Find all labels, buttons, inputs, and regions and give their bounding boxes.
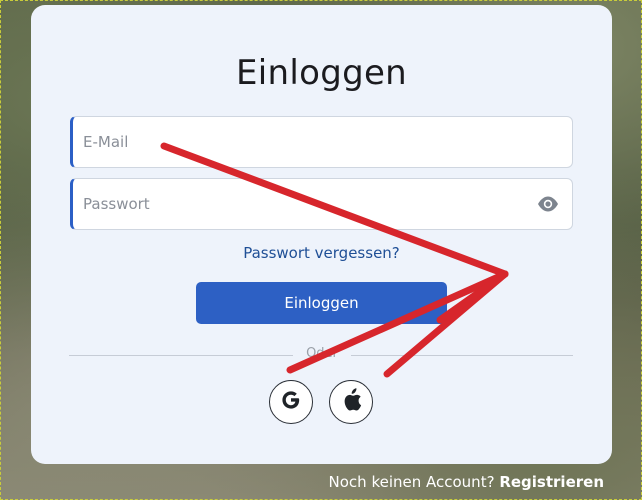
divider-line-right — [351, 355, 573, 356]
apple-login-button[interactable] — [329, 380, 373, 424]
register-link[interactable]: Registrieren — [499, 473, 604, 491]
footer-question: Noch keinen Account? — [328, 473, 495, 491]
google-icon — [279, 388, 303, 416]
footer-register-prompt: Noch keinen Account? Registrieren — [329, 473, 604, 491]
divider-line-left — [69, 355, 293, 356]
login-button[interactable]: Einloggen — [196, 282, 447, 324]
email-input[interactable] — [70, 116, 573, 168]
page-title: Einloggen — [235, 53, 408, 93]
password-input[interactable] — [70, 178, 573, 230]
show-password-eye-icon[interactable] — [537, 195, 559, 213]
or-divider-label: Oder — [306, 346, 338, 361]
google-login-button[interactable] — [269, 380, 313, 424]
apple-icon — [340, 388, 362, 416]
login-card: Einloggen Passwort vergessen? Einloggen … — [31, 5, 612, 464]
forgot-password-link[interactable]: Passwort vergessen? — [31, 244, 612, 262]
